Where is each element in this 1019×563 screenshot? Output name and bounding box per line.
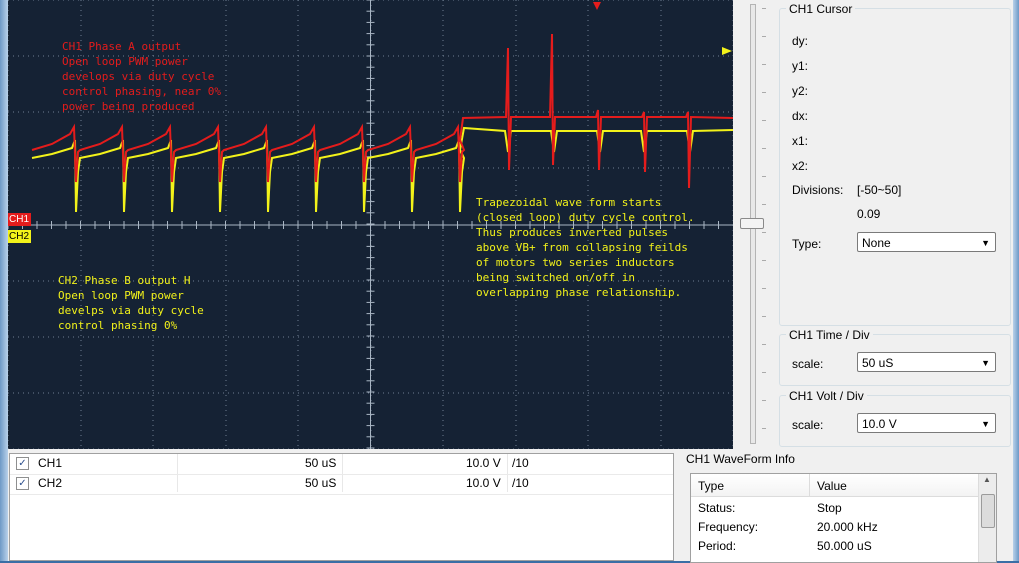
ch2-annotation: CH2 Phase B output H Open loop PWM power…: [58, 274, 204, 332]
volt-div-group: CH1 Volt / Div scale: 10.0 V ▼: [779, 389, 1011, 447]
volt-scale-label: scale:: [792, 418, 824, 432]
info-type: Status:: [698, 501, 736, 515]
info-type: Frequency:: [698, 520, 759, 534]
cursor-x1-label: x1:: [792, 134, 809, 148]
cursor-type-label: Type:: [792, 237, 822, 251]
table-row[interactable]: ✓ CH1 50 uS 10.0 V /10: [10, 454, 673, 475]
channel-ratio: /10: [512, 476, 529, 490]
channel-name: CH1: [38, 456, 63, 470]
slider-tick: [762, 8, 766, 9]
trigger-level-icon: [722, 47, 732, 55]
info-value: 20.000 kHz: [817, 520, 878, 534]
time-div-group: CH1 Time / Div scale: 50 uS ▼: [779, 328, 1011, 386]
slider-tick: [762, 36, 766, 37]
scope-display[interactable]: CH1 Phase A output Open loop PWM power d…: [8, 0, 733, 449]
list-item: Frequency: 20.000 kHz: [691, 518, 978, 537]
list-item: Period: 50.000 uS: [691, 537, 978, 556]
ch1-checkbox[interactable]: ✓: [16, 457, 29, 470]
table-row[interactable]: ✓ CH2 50 uS 10.0 V /10: [10, 474, 673, 495]
time-div-title: CH1 Time / Div: [786, 328, 873, 342]
chevron-down-icon: ▼: [981, 358, 990, 368]
divisions-value[interactable]: 0.09: [857, 207, 880, 221]
slider-tick: [762, 64, 766, 65]
divisions-label: Divisions:: [792, 183, 844, 197]
time-scale-label: scale:: [792, 357, 824, 371]
channel-time: 50 uS: [305, 476, 337, 490]
cursor-dx-label: dx:: [792, 109, 809, 123]
slider-thumb[interactable]: [740, 218, 764, 229]
channel-table: ✓ CH1 50 uS 10.0 V /10 ✓ CH2 50 uS 10.0 …: [9, 453, 674, 561]
time-scale-value: 50 uS: [862, 356, 894, 370]
column-header-type[interactable]: Type: [698, 479, 724, 493]
trapezoidal-annotation: Trapezoidal wave form starts (closed loo…: [476, 196, 695, 299]
volt-scale-select[interactable]: 10.0 V ▼: [857, 413, 996, 433]
cursor-x2-label: x2:: [792, 159, 809, 173]
channel-volt: 10.0 V: [466, 456, 501, 470]
trigger-position-icon: [593, 2, 601, 10]
column-header-value[interactable]: Value: [817, 479, 847, 493]
ch1-level-marker[interactable]: CH1: [8, 213, 31, 226]
cursor-y1-label: y1:: [792, 59, 809, 73]
waveform-info-header: Type Value: [691, 474, 978, 497]
slider-tick: [762, 428, 766, 429]
scroll-thumb[interactable]: [981, 494, 995, 528]
slider-tick: [762, 92, 766, 93]
waveform-info-title: CH1 WaveForm Info: [686, 452, 795, 466]
chevron-down-icon: ▼: [981, 238, 990, 248]
slider-tick: [762, 260, 766, 261]
cursor-group: CH1 Cursor dy: y1: y2: dx: x1: x2: Divis…: [779, 2, 1011, 326]
slider-tick: [762, 372, 766, 373]
list-item: Status: Stop: [691, 499, 978, 518]
channel-time: 50 uS: [305, 456, 337, 470]
volt-div-title: CH1 Volt / Div: [786, 389, 867, 403]
window-edge-right: [1013, 0, 1019, 561]
cursor-type-value: None: [862, 236, 891, 250]
ch2-level-marker[interactable]: CH2: [8, 230, 31, 243]
channel-volt: 10.0 V: [466, 476, 501, 490]
time-scale-select[interactable]: 50 uS ▼: [857, 352, 996, 372]
info-scrollbar[interactable]: ▲: [978, 474, 996, 562]
scroll-up-icon[interactable]: ▲: [983, 475, 991, 484]
slider-tick: [762, 232, 766, 233]
slider-tick: [762, 344, 766, 345]
slider-tick: [762, 176, 766, 177]
cursor-group-title: CH1 Cursor: [786, 2, 856, 16]
divisions-range: [-50~50]: [857, 183, 902, 197]
chevron-down-icon: ▼: [981, 419, 990, 429]
info-type: Period:: [698, 539, 737, 553]
slider-tick: [762, 400, 766, 401]
channel-ratio: /10: [512, 456, 529, 470]
info-value: Stop: [817, 501, 842, 515]
window-edge-left: [0, 0, 8, 561]
oscilloscope-app: CH1 Phase A output Open loop PWM power d…: [0, 0, 1019, 563]
cursor-type-select[interactable]: None ▼: [857, 232, 996, 252]
volt-scale-value: 10.0 V: [862, 417, 897, 431]
trigger-level-slider[interactable]: [735, 0, 775, 449]
slider-tick: [762, 316, 766, 317]
slider-tick: [762, 204, 766, 205]
channel-name: CH2: [38, 476, 63, 490]
slider-tick: [762, 148, 766, 149]
info-value: 50.000 uS: [817, 539, 872, 553]
ch1-annotation: CH1 Phase A output Open loop PWM power d…: [62, 40, 221, 113]
ch2-checkbox[interactable]: ✓: [16, 477, 29, 490]
cursor-y2-label: y2:: [792, 84, 809, 98]
waveform-info-list: Type Value Status: Stop Frequency: 20.00…: [690, 473, 997, 563]
cursor-dy-label: dy:: [792, 34, 809, 48]
slider-tick: [762, 288, 766, 289]
slider-tick: [762, 120, 766, 121]
